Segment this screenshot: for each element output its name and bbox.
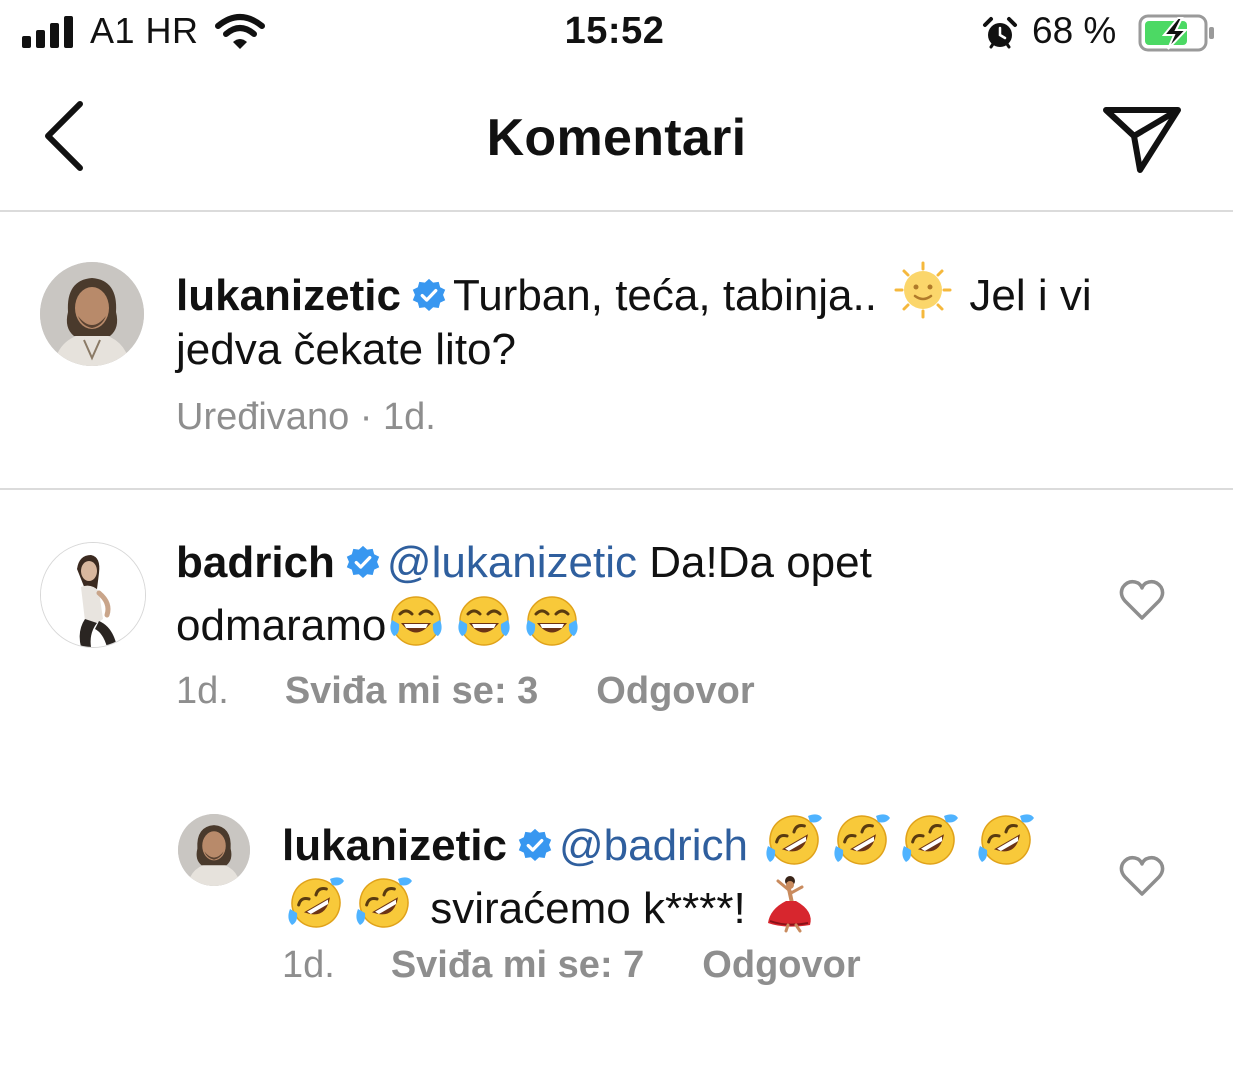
page-title: Komentari <box>486 109 747 167</box>
joy-emoji <box>522 590 582 650</box>
dancer-emoji <box>767 876 811 933</box>
rofl-emoji <box>976 810 1036 870</box>
comment-username[interactable]: badrich <box>176 538 335 587</box>
comment: badrich @lukanizetic Da!Da opet odmaramo … <box>0 490 1233 740</box>
reply-button[interactable]: Odgovor <box>596 670 754 712</box>
battery-percent: 68 % <box>1032 10 1117 51</box>
comment-text: badrich @lukanizetic Da!Da opet odmaramo <box>176 536 1076 653</box>
likes-count-button[interactable]: Sviđa mi se: 3 <box>285 670 538 712</box>
verified-badge-icon <box>345 545 381 581</box>
joy-emoji <box>386 590 446 650</box>
mention-link[interactable]: @lukanizetic <box>387 538 637 587</box>
rofl-emoji <box>354 873 414 933</box>
comments-screen: A1 HR 15:52 68 % Komentari lukanizetic T… <box>0 0 1233 1080</box>
comment-time: 1d. <box>282 944 335 986</box>
caption-text: lukanizetic Turban, teća, tabinja.. Jel i… <box>176 260 1186 377</box>
avatar[interactable] <box>40 262 144 366</box>
nav-bar: Komentari <box>0 70 1233 212</box>
verified-badge-icon <box>517 828 553 864</box>
mention-link[interactable]: @badrich <box>559 821 748 870</box>
caption-username[interactable]: lukanizetic <box>176 271 401 320</box>
comment-body: sviraćemo k****! <box>430 884 746 933</box>
comment-meta: 1d. Sviđa mi se: 3 Odgovor <box>176 670 755 713</box>
avatar[interactable] <box>178 814 250 886</box>
comment-meta: 1d. Sviđa mi se: 7 Odgovor <box>282 944 861 987</box>
comment-username[interactable]: lukanizetic <box>282 821 507 870</box>
sun-face-emoji <box>894 261 952 319</box>
avatar[interactable] <box>40 542 146 648</box>
verified-badge-icon <box>411 278 447 314</box>
joy-emoji <box>454 590 514 650</box>
rofl-emoji <box>764 810 824 870</box>
reply-button[interactable]: Odgovor <box>702 944 860 986</box>
rofl-emoji <box>832 810 892 870</box>
caption-meta: Uređivano · 1d. <box>176 396 436 438</box>
battery-charging-icon <box>1138 14 1214 52</box>
post-caption: lukanizetic Turban, teća, tabinja.. Jel i… <box>0 212 1233 490</box>
comment-reply: lukanizetic @badrich sviraćemo k****! 1d.… <box>0 764 1233 1024</box>
comment-time: 1d. <box>176 670 229 712</box>
paper-plane-icon[interactable] <box>1100 100 1184 176</box>
comment-text: lukanizetic @badrich sviraćemo k****! <box>282 810 1062 936</box>
status-bar: A1 HR 15:52 68 % <box>0 0 1233 70</box>
alarm-icon <box>983 17 1017 49</box>
rofl-emoji <box>286 873 346 933</box>
likes-count-button[interactable]: Sviđa mi se: 7 <box>391 944 644 986</box>
heart-icon[interactable] <box>1118 578 1166 622</box>
caption-text-start: Turban, teća, tabinja.. <box>452 271 877 320</box>
rofl-emoji <box>900 810 960 870</box>
heart-icon[interactable] <box>1118 854 1166 898</box>
